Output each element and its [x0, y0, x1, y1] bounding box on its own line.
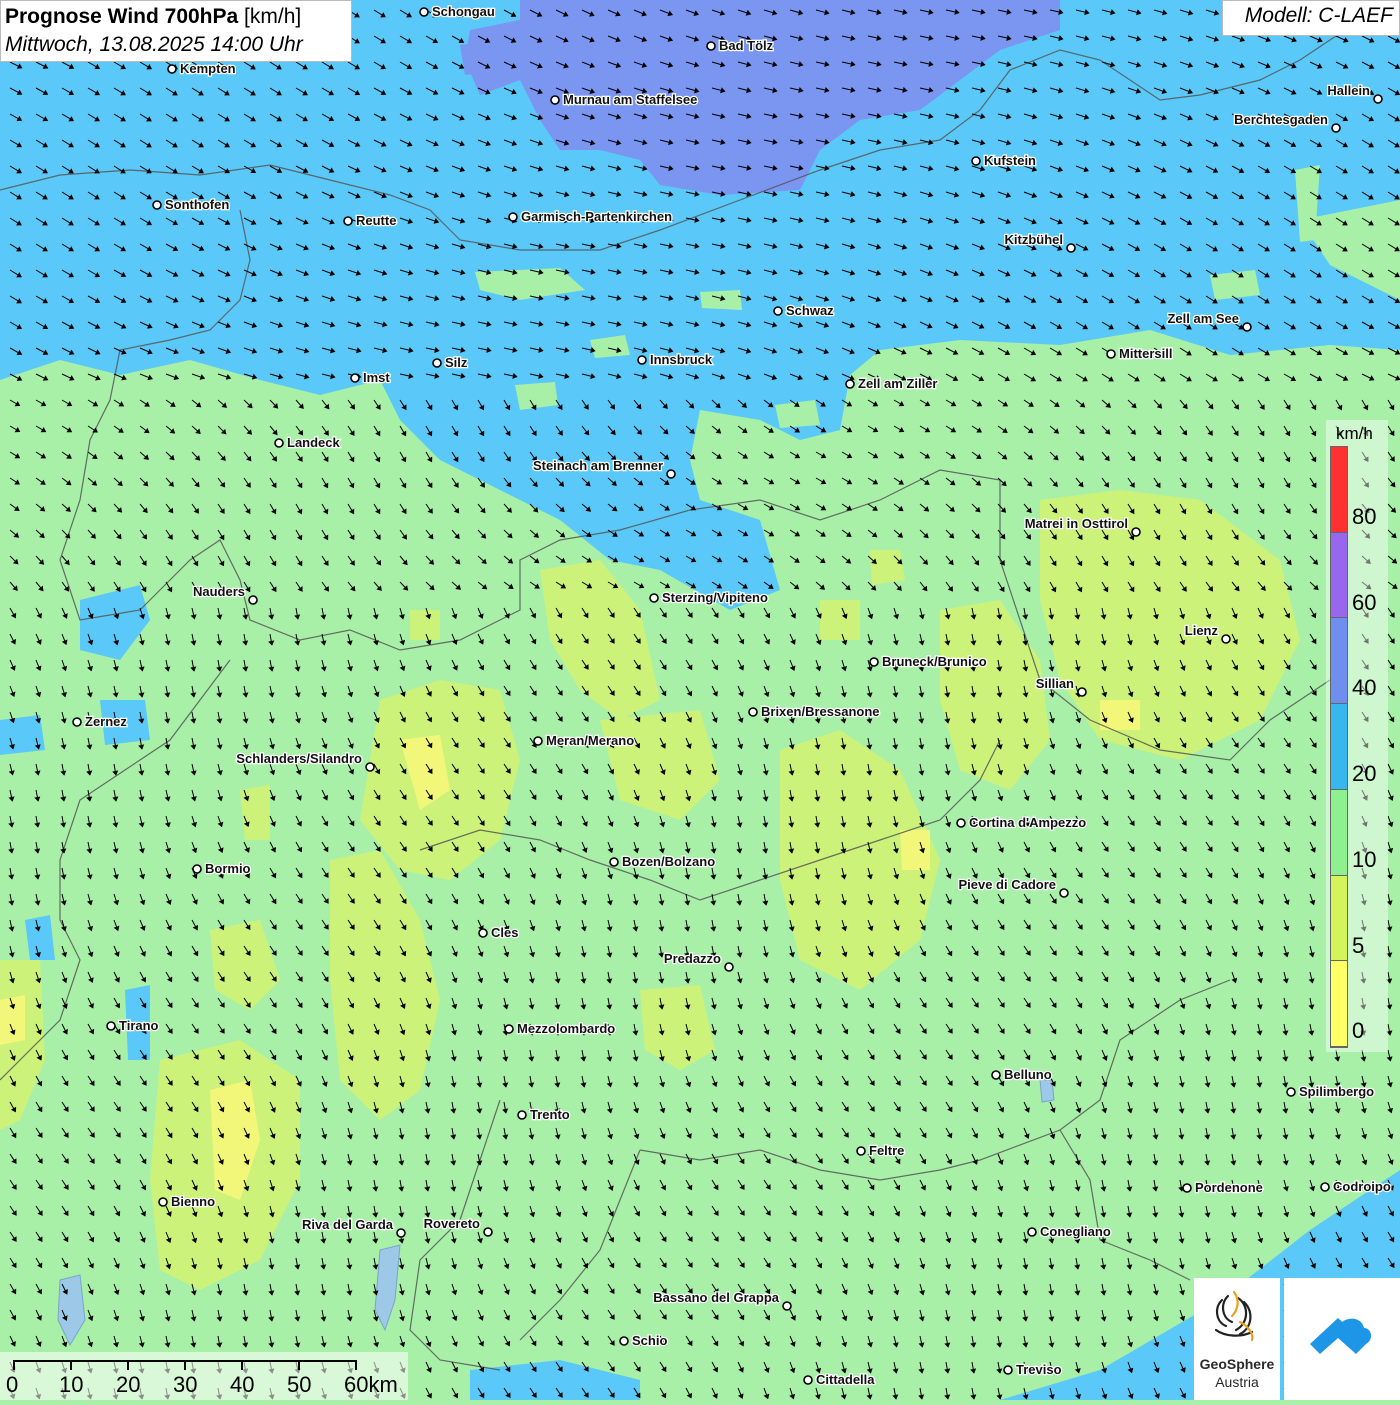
speed-zone-10-20-island [1210, 270, 1260, 300]
speed-zone-40-60-pocket [460, 40, 505, 75]
wind-map[interactable]: SchongauBad TölzKemptenMurnau am Staffel… [0, 0, 1400, 1400]
speed-zone-10-20-island [515, 382, 558, 410]
